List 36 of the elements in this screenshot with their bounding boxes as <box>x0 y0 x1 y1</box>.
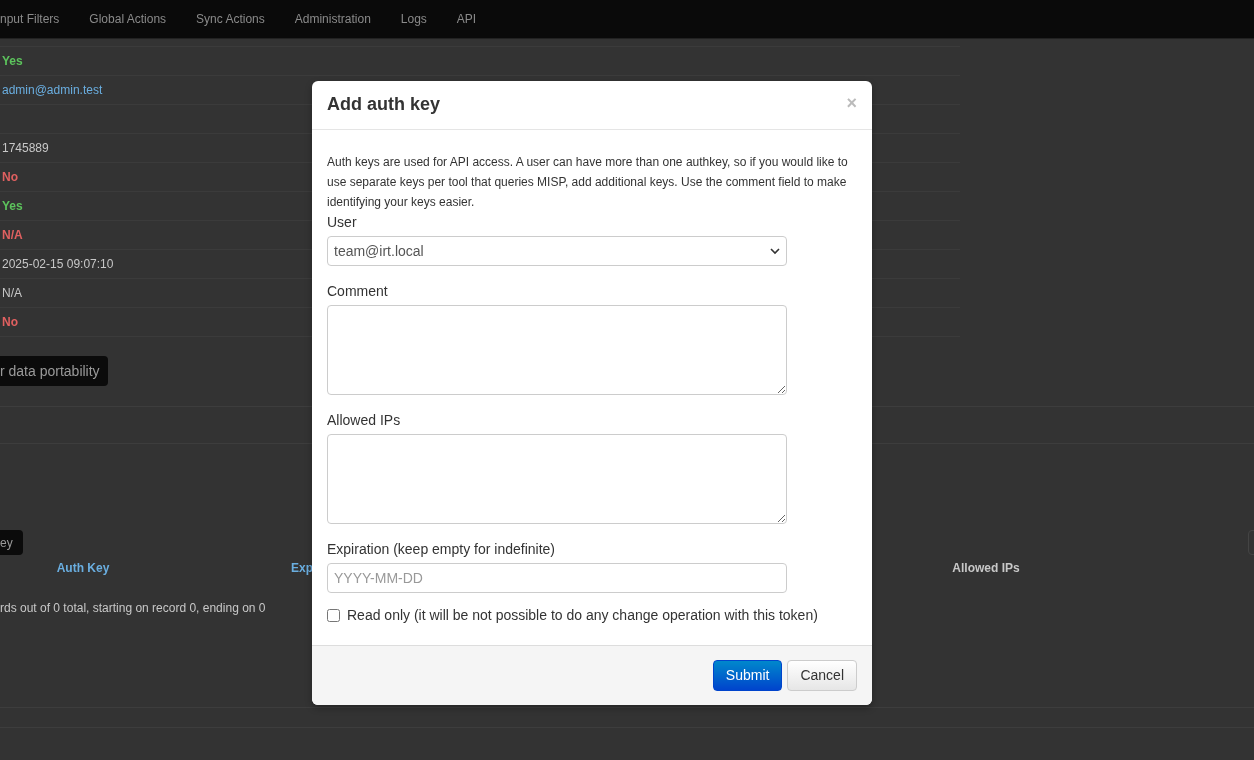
nav-link[interactable]: nput Filters <box>0 10 60 28</box>
cancel-button[interactable]: Cancel <box>787 660 857 691</box>
chevron-down-icon <box>770 247 780 255</box>
user-select[interactable]: team@irt.local <box>327 236 787 266</box>
email-link[interactable]: admin@admin.test <box>2 81 103 99</box>
text-area[interactable] <box>327 305 787 395</box>
column-header: Allowed IPs <box>952 561 1020 575</box>
field-value: 1745889 <box>2 140 49 157</box>
checkbox-label: Read only (it will be not possible to do any change operation with this token) <box>347 606 818 625</box>
add-key-button[interactable]: ey <box>0 530 23 555</box>
field-label: Allowed IPs <box>327 411 402 430</box>
intro-text: Auth keys are used for API access. A user can have more than one authkey, so if you would like to use separate keys per tool that queries MISP, add additional keys. Use the comment field to make identifying your keys easier. <box>327 154 849 211</box>
field-value: No <box>2 314 18 331</box>
column-header[interactable]: Auth Key <box>56 561 110 575</box>
field-value: 2025-02-15 09:07:10 <box>2 256 114 273</box>
field-label: Expiration (keep empty for indefinite) <box>327 540 556 559</box>
submit-button[interactable]: Submit <box>712 660 783 691</box>
field-value: Yes <box>2 198 23 215</box>
nav-link[interactable]: Sync Actions <box>196 10 265 28</box>
field-value: No <box>2 169 18 186</box>
nav-link[interactable]: API <box>456 10 477 28</box>
column-header[interactable]: Exp <box>291 561 313 575</box>
field-value: N/A <box>2 285 22 302</box>
field-label: User <box>327 213 358 232</box>
read-only-checkbox[interactable] <box>327 609 340 622</box>
modal-title: Add auth key <box>327 94 441 116</box>
pagination-text: rds out of 0 total, starting on record 0, ending on 0 <box>0 600 266 617</box>
nav-link[interactable]: Global Actions <box>89 10 167 28</box>
date-field[interactable]: YYYY-MM-DD <box>327 563 787 593</box>
text-area[interactable] <box>327 434 787 524</box>
nav-link[interactable]: Administration <box>294 10 371 28</box>
field-value: N/A <box>2 227 23 244</box>
field-value: Yes <box>2 53 23 70</box>
field-label: Comment <box>327 282 389 301</box>
data-portability-button[interactable]: r data portability <box>0 356 108 386</box>
nav-link[interactable]: Logs <box>400 10 427 28</box>
